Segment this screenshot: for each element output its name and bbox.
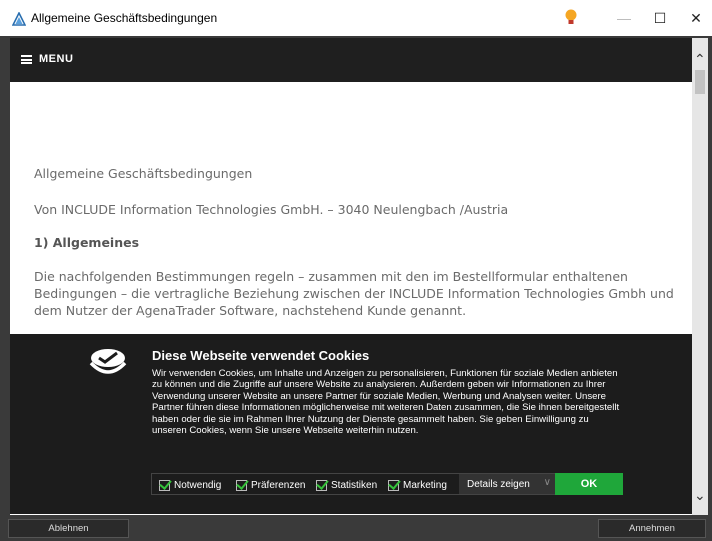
page-paragraph-company: Von INCLUDE Information Technologies Gmb… [34, 202, 509, 217]
menu-bar: MENU [10, 38, 692, 82]
window-title: Allgemeine Geschäftsbedingungen [31, 11, 218, 25]
checkbox-praeferenzen[interactable]: Präferenzen [236, 474, 305, 496]
close-button[interactable]: ✕ [676, 6, 712, 30]
cookie-banner: Diese Webseite verwendet Cookies Wir ver… [10, 334, 692, 514]
lightbulb-icon[interactable] [564, 8, 578, 28]
ok-button[interactable]: OK [555, 473, 623, 495]
section-heading: 1) Allgemeines [34, 235, 140, 250]
checkbox-statistiken[interactable]: Statistiken [316, 474, 377, 496]
page-paragraph-terms: Die nachfolgenden Bestimmungen regeln – … [34, 269, 674, 318]
scrollbar-thumb[interactable] [695, 70, 705, 94]
app-logo-icon [12, 12, 26, 26]
checkbox-label: Statistiken [331, 479, 378, 491]
window-titlebar: Allgemeine Geschäftsbedingungen — ☐ ✕ [0, 0, 712, 36]
menu-button[interactable]: MENU [39, 53, 73, 65]
cookie-banner-text: Wir verwenden Cookies, um Inhalte und An… [152, 368, 620, 437]
checkbox-icon[interactable] [159, 479, 170, 491]
checkbox-label: Präferenzen [251, 479, 306, 491]
scroll-down-icon[interactable]: ⌄ [694, 488, 706, 502]
details-toggle[interactable]: Details zeigen ∨ [459, 474, 557, 494]
checkbox-icon[interactable] [236, 479, 247, 491]
checkbox-label: Marketing [403, 479, 447, 491]
checkbox-icon[interactable] [316, 479, 327, 491]
checkbox-marketing[interactable]: Marketing [388, 474, 447, 496]
page-paragraph-title: Allgemeine Geschäftsbedingungen [34, 166, 253, 181]
maximize-button[interactable]: ☐ [640, 6, 680, 30]
cookie-banner-title: Diese Webseite verwendet Cookies [152, 348, 370, 363]
accept-button[interactable]: Annehmen [598, 519, 706, 538]
checkbox-label: Notwendig [174, 479, 222, 491]
checkbox-icon[interactable] [388, 479, 399, 491]
hamburger-icon[interactable] [21, 55, 32, 64]
cookie-options: Notwendig Präferenzen Statistiken Market… [151, 473, 557, 495]
vertical-scrollbar[interactable]: ⌃ ⌄ [692, 38, 708, 515]
checkbox-notwendig[interactable]: Notwendig [159, 474, 221, 496]
scroll-up-icon[interactable]: ⌃ [694, 52, 706, 66]
bottom-bar: Ablehnen Annehmen [0, 515, 712, 541]
decline-button[interactable]: Ablehnen [8, 519, 129, 538]
minimize-button[interactable]: — [604, 6, 644, 30]
details-label: Details zeigen [467, 478, 530, 490]
chevron-down-icon: ∨ [543, 477, 551, 488]
cookie-icon [89, 349, 127, 374]
